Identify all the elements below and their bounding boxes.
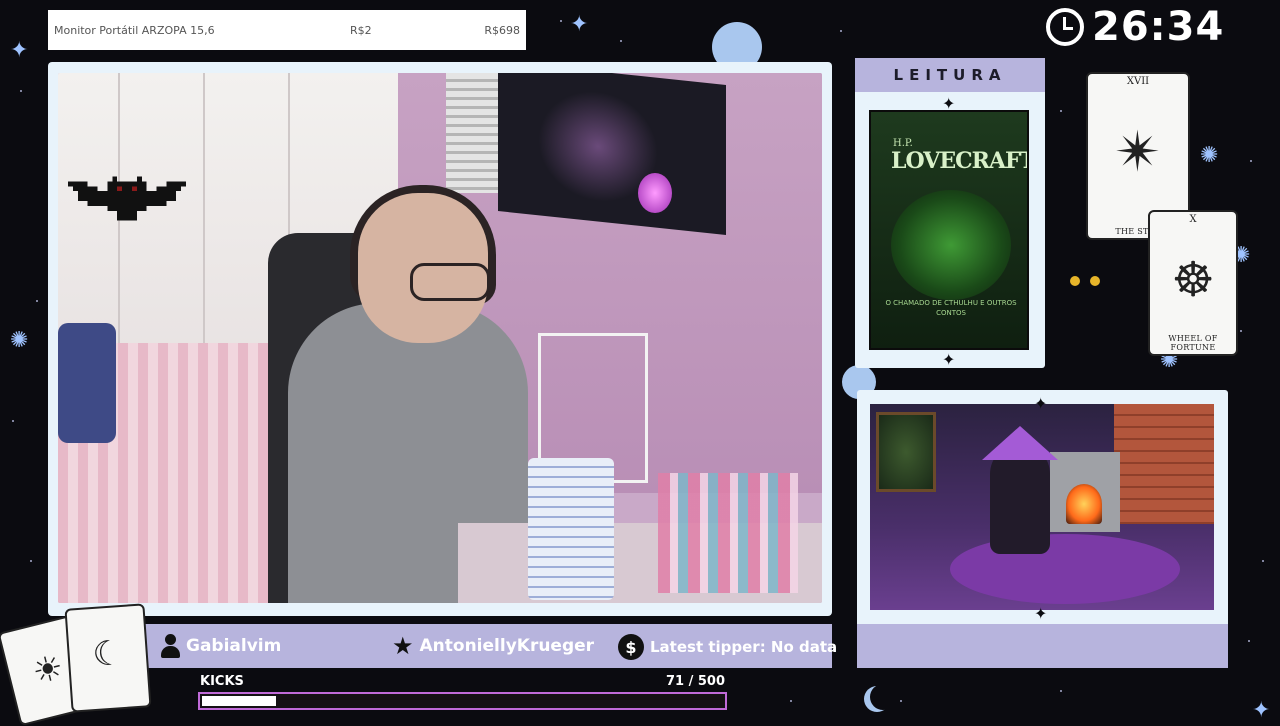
star-icon: ✴ bbox=[1114, 120, 1162, 185]
bat-icon bbox=[68, 176, 186, 221]
wheel-icon: ☸ bbox=[1171, 252, 1215, 308]
latest-subscriber-name: AntoniellyKrueger bbox=[419, 636, 595, 656]
book-title: LOVECRAFT bbox=[891, 148, 1029, 174]
clock-icon bbox=[1046, 8, 1084, 46]
book-subtitle: O CHAMADO DE CTHULHU E OUTROS CONTOS bbox=[885, 299, 1017, 317]
kicks-progress-bar bbox=[198, 692, 727, 710]
diamond-decoration: ✦ bbox=[1034, 394, 1048, 413]
user-icon bbox=[160, 634, 180, 658]
ticker-price-2: R$698 bbox=[484, 23, 520, 37]
kicks-progress-fill bbox=[202, 696, 276, 706]
stream-timer: 26:34 bbox=[1046, 4, 1224, 50]
cozy-room-scene bbox=[870, 404, 1214, 610]
kicks-label: KICKS bbox=[200, 674, 244, 689]
latest-tipper-text: Latest tipper: No data bbox=[650, 638, 838, 656]
tarot-number: XVII bbox=[1126, 76, 1150, 87]
latest-tipper: $ Latest tipper: No data bbox=[618, 634, 837, 660]
latest-subscriber: ★ AntoniellyKrueger bbox=[392, 634, 594, 658]
ticker-product-name: Monitor Portátil ARZOPA 15,6 bbox=[54, 23, 215, 37]
latest-follower: Gabialvim bbox=[160, 634, 281, 658]
diamond-decoration: ✦ bbox=[1034, 604, 1048, 623]
webcam-feed bbox=[58, 73, 822, 603]
book-cover: H.P. LOVECRAFT O CHAMADO DE CTHULHU E OU… bbox=[869, 110, 1029, 350]
kicks-count: 71 / 500 bbox=[665, 674, 725, 689]
tarot-card-wheel: X ☸ WHEEL OF FORTUNE bbox=[1148, 210, 1238, 356]
tarot-card-moon: ☾ bbox=[64, 603, 152, 713]
diamond-decoration: ✦ bbox=[942, 350, 956, 369]
moon-icon: ☾ bbox=[91, 632, 125, 676]
cat-eyes-decoration bbox=[1066, 272, 1106, 288]
tarot-name: WHEEL OF FORTUNE bbox=[1168, 334, 1218, 352]
reading-header: LEITURA bbox=[855, 58, 1045, 92]
moon-decoration bbox=[870, 684, 896, 710]
tarot-number: X bbox=[1189, 214, 1197, 225]
latest-follower-name: Gabialvim bbox=[186, 636, 282, 656]
product-ticker: Monitor Portátil ARZOPA 15,6 R$2 R$698 bbox=[48, 10, 526, 50]
scene-bottom-bar bbox=[857, 624, 1228, 668]
cthulhu-illustration bbox=[891, 190, 1011, 300]
timer-value: 26:34 bbox=[1092, 4, 1225, 50]
dollar-icon: $ bbox=[618, 634, 644, 660]
ticker-price-1: R$2 bbox=[350, 23, 372, 37]
star-icon: ★ bbox=[392, 632, 414, 660]
